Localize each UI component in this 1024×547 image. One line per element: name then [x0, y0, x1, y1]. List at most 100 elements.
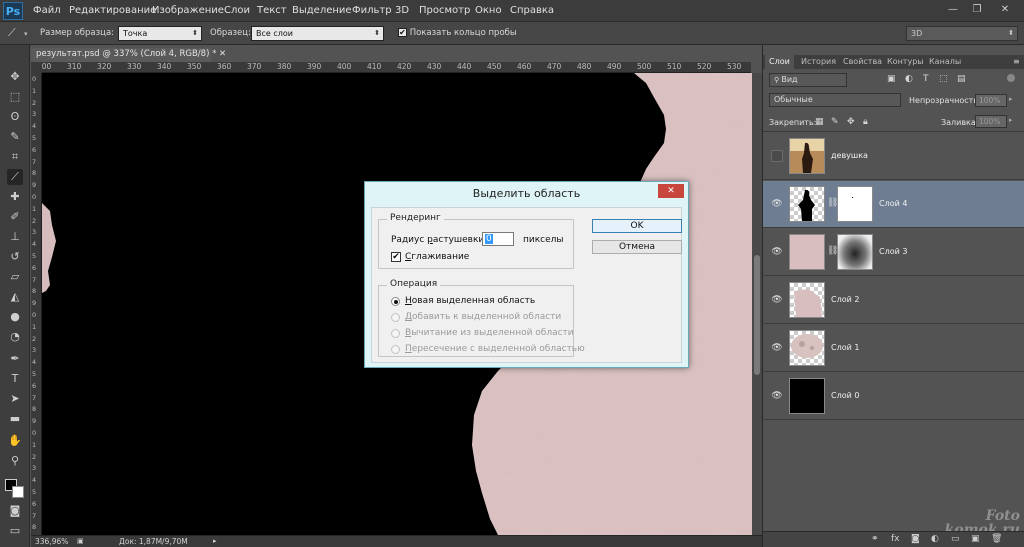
sample-size-select[interactable]: Точка ⬍	[118, 26, 202, 41]
new-selection-label[interactable]: Новая выделенная область	[405, 296, 535, 306]
blend-mode-select[interactable]: Обычные	[769, 93, 901, 107]
lock-position-icon[interactable]: ✥	[847, 117, 855, 127]
layer-row-layer-4[interactable]: 👁︎ ⛓ Слой 4	[763, 181, 1024, 228]
move-tool-icon[interactable]: ✥	[7, 69, 23, 85]
quick-mask-icon[interactable]: ◙	[7, 503, 23, 519]
shape-tool-icon[interactable]: ▬	[7, 411, 23, 427]
visibility-toggle-icon[interactable]: 👁︎	[771, 246, 783, 258]
scrollbar-thumb[interactable]	[754, 255, 760, 375]
filter-shape-icon[interactable]: ⬚	[939, 74, 948, 84]
new-layer-icon[interactable]: ▣	[971, 534, 980, 544]
menu-image[interactable]: Изображение	[152, 5, 224, 16]
panel-menu-icon[interactable]: ≡	[1013, 57, 1020, 66]
filter-toggle-icon[interactable]	[1007, 74, 1015, 82]
show-ring-option[interactable]: ✔ Показать кольцо пробы	[398, 28, 517, 38]
sample-select[interactable]: Все слои ⬍	[251, 26, 384, 41]
screen-mode-icon[interactable]: ▭	[7, 523, 23, 539]
visibility-toggle-icon[interactable]: 👁︎	[771, 294, 783, 306]
link-layers-icon[interactable]: ⚭	[871, 534, 879, 544]
clone-stamp-tool-icon[interactable]: ⊥	[7, 229, 23, 245]
eraser-tool-icon[interactable]: ▱	[7, 269, 23, 285]
document-tab[interactable]: результат.psd @ 337% (Слой 4, RGB/8) * ✕	[31, 48, 226, 62]
add-selection-radio[interactable]	[391, 313, 400, 322]
visibility-toggle-icon[interactable]: 👁︎	[771, 390, 783, 402]
layer-name[interactable]: Слой 2	[831, 295, 859, 304]
tab-properties[interactable]: Свойства	[839, 55, 886, 69]
tab-paths[interactable]: Контуры	[883, 55, 928, 69]
paint-bucket-tool-icon[interactable]: ◭	[7, 289, 23, 305]
maximize-button[interactable]: ❐	[968, 3, 986, 17]
lock-pixels-icon[interactable]: ✎	[831, 117, 839, 127]
layer-style-icon[interactable]: fx	[891, 534, 900, 544]
delete-layer-icon[interactable]: 🗑	[991, 534, 1002, 544]
menu-file[interactable]: Файл	[33, 5, 61, 16]
close-window-button[interactable]: ✕	[996, 3, 1014, 17]
tab-channels[interactable]: Каналы	[925, 55, 965, 69]
show-ring-checkbox[interactable]: ✔	[398, 28, 407, 37]
filter-adjustment-icon[interactable]: ◐	[905, 74, 913, 84]
visibility-toggle-icon[interactable]: 👁︎	[771, 198, 783, 210]
menu-layers[interactable]: Слои	[224, 5, 250, 16]
layer-row-girl[interactable]: девушка	[763, 133, 1024, 180]
brush-tool-icon[interactable]: ✐	[7, 209, 23, 225]
dodge-tool-icon[interactable]: ◔	[7, 329, 23, 345]
filter-pixel-icon[interactable]: ▣	[887, 74, 896, 84]
background-color-swatch[interactable]	[12, 486, 24, 498]
history-brush-tool-icon[interactable]: ↺	[7, 249, 23, 265]
ok-button[interactable]: OK	[592, 219, 682, 233]
opacity-input[interactable]: 100%	[975, 94, 1007, 107]
chevron-down-icon[interactable]: ▾	[24, 30, 28, 38]
eyedropper-icon[interactable]: ⟋	[8, 26, 16, 40]
menu-window[interactable]: Окно	[475, 5, 502, 16]
layer-row-layer-0[interactable]: 👁︎ Слой 0	[763, 373, 1024, 420]
feather-radius-input[interactable]: 0	[482, 232, 514, 246]
layer-row-layer-3[interactable]: 👁︎ ⛓ Слой 3	[763, 229, 1024, 276]
layer-mask-thumbnail[interactable]	[837, 234, 873, 270]
layer-row-layer-2[interactable]: 👁︎ Слой 2	[763, 277, 1024, 324]
status-share-icon[interactable]: ▣	[77, 537, 84, 545]
menu-type[interactable]: Текст	[257, 5, 287, 16]
layer-name[interactable]: Слой 4	[879, 199, 907, 208]
status-arrow-icon[interactable]: ▸	[213, 537, 217, 545]
crop-tool-icon[interactable]: ⌗	[7, 149, 23, 165]
opacity-arrow-icon[interactable]: ▸	[1009, 95, 1013, 103]
tab-layers[interactable]: Слои	[765, 55, 794, 69]
vertical-scrollbar[interactable]	[752, 73, 762, 535]
lock-all-icon[interactable]: 🔒︎	[863, 117, 868, 127]
smoothing-label[interactable]: Сглаживание	[405, 252, 469, 262]
subtract-selection-label[interactable]: Вычитание из выделенной области	[405, 328, 574, 338]
visibility-toggle-icon[interactable]: 👁︎	[771, 342, 783, 354]
layer-name[interactable]: Слой 0	[831, 391, 859, 400]
zoom-level[interactable]: 336,96%	[35, 537, 68, 546]
marquee-tool-icon[interactable]: ⬚	[7, 89, 23, 105]
layer-name[interactable]: девушка	[831, 151, 868, 160]
smoothing-checkbox[interactable]: ✔	[391, 252, 401, 262]
dialog-close-button[interactable]: ✕	[658, 184, 684, 198]
add-mask-icon[interactable]: ◙	[911, 534, 920, 544]
layer-name[interactable]: Слой 1	[831, 343, 859, 352]
visibility-toggle-icon[interactable]	[771, 150, 783, 162]
path-selection-tool-icon[interactable]: ➤	[7, 391, 23, 407]
eyedropper-tool-icon[interactable]: ⟋	[7, 169, 23, 185]
menu-select[interactable]: Выделение	[292, 5, 352, 16]
pen-tool-icon[interactable]: ✒	[7, 351, 23, 367]
layer-name[interactable]: Слой 3	[879, 247, 907, 256]
intersect-selection-label[interactable]: Пересечение с выделенной областью	[405, 344, 585, 354]
fill-arrow-icon[interactable]: ▸	[1009, 116, 1013, 124]
add-selection-label[interactable]: Добавить к выделенной области	[405, 312, 561, 322]
hand-tool-icon[interactable]: ✋	[7, 433, 23, 449]
type-tool-icon[interactable]: T	[7, 371, 23, 387]
intersect-selection-radio[interactable]	[391, 345, 400, 354]
lock-transparent-icon[interactable]: ▦	[815, 117, 824, 127]
new-group-icon[interactable]: ▭	[951, 534, 960, 544]
filter-smart-object-icon[interactable]: ▤	[957, 74, 966, 84]
minimize-button[interactable]: —	[944, 3, 962, 17]
menu-filter[interactable]: Фильтр	[352, 5, 392, 16]
layer-filter-select[interactable]: ⚲ Вид	[769, 73, 847, 87]
close-tab-icon[interactable]: ✕	[219, 49, 226, 59]
quick-selection-tool-icon[interactable]: ✎	[7, 129, 23, 145]
menu-edit[interactable]: Редактирование	[69, 5, 156, 16]
blur-tool-icon[interactable]: ●	[7, 309, 23, 325]
zoom-tool-icon[interactable]: ⚲	[7, 453, 23, 469]
lasso-tool-icon[interactable]: ʘ	[7, 109, 23, 125]
